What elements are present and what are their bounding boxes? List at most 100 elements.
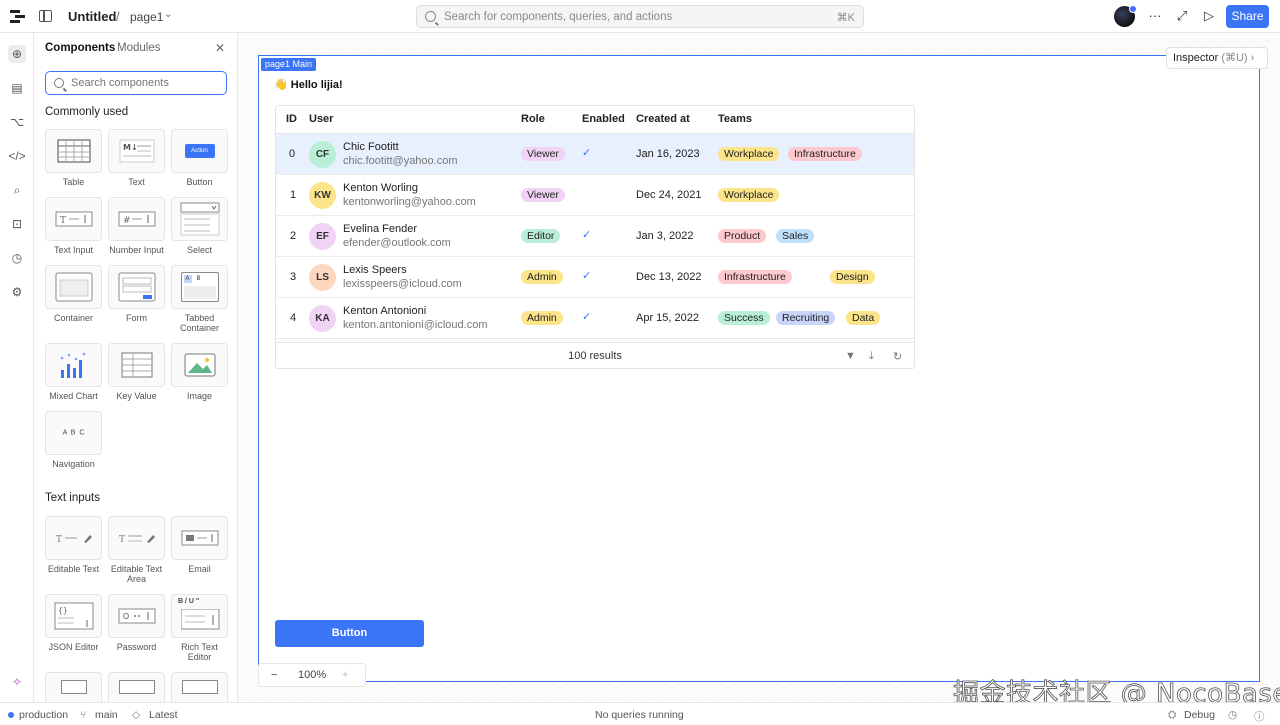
user-avatar[interactable] xyxy=(1114,5,1137,27)
component-card-email[interactable]: Email xyxy=(171,516,228,574)
component-search[interactable] xyxy=(45,71,227,95)
user-name: Kenton Antonioni xyxy=(343,305,427,317)
table-row[interactable]: 3 LS Lexis Speers lexisspeers@icloud.com… xyxy=(276,257,914,298)
component-search-input[interactable] xyxy=(71,75,221,91)
environment-selector[interactable]: production xyxy=(19,709,68,721)
users-table[interactable]: ID User Role Enabled Created at Teams 0 … xyxy=(275,105,915,369)
table-footer: 100 results ▼ ⤓ ↻ xyxy=(276,342,914,369)
component-label: Password xyxy=(116,642,157,652)
add-component-icon[interactable]: ⊕ xyxy=(8,45,26,63)
download-icon[interactable]: ⤓ xyxy=(869,350,874,363)
component-card-json-editor[interactable]: {} JSON Editor xyxy=(45,594,102,652)
component-card-text[interactable]: M↓ Text xyxy=(108,129,165,187)
cell-created-at: Dec 13, 2022 xyxy=(636,271,702,283)
component-card-navigation[interactable]: A B C Navigation xyxy=(45,411,102,469)
tab-components[interactable]: Components xyxy=(45,42,115,54)
refresh-icon[interactable]: ↻ xyxy=(893,350,902,363)
component-card-select[interactable]: Select xyxy=(171,197,228,255)
close-icon[interactable]: ✕ xyxy=(215,41,225,55)
avatar: KW xyxy=(309,182,336,209)
code-icon[interactable]: </> xyxy=(8,147,26,165)
component-card-partial[interactable] xyxy=(171,672,228,702)
global-search-placeholder: Search for components, queries, and acti… xyxy=(444,11,673,23)
help-icon[interactable]: ⓘ xyxy=(1254,709,1265,724)
component-card-container[interactable]: Container xyxy=(45,265,102,323)
inspector-toggle[interactable]: Inspector (⌘U) › xyxy=(1166,47,1268,69)
column-header-id[interactable]: ID xyxy=(286,113,297,125)
component-label: Text xyxy=(128,177,145,187)
retool-logo-icon[interactable] xyxy=(10,9,25,24)
avatar: EF xyxy=(309,223,336,250)
component-card-button[interactable]: Action Button xyxy=(171,129,228,187)
component-card-form[interactable]: Form xyxy=(108,265,165,323)
column-header-created-at[interactable]: Created at xyxy=(636,113,690,125)
tab-b-glyph: B xyxy=(196,276,201,282)
greeting-text[interactable]: 👋 Hello lijia! xyxy=(274,78,343,91)
zoom-out-button[interactable]: − xyxy=(271,669,277,681)
history-icon[interactable]: ◷ xyxy=(1228,709,1237,721)
layout-panel-icon[interactable] xyxy=(39,10,52,22)
ai-sparkle-icon[interactable]: ✧ xyxy=(8,673,26,691)
user-name: Chic Footitt xyxy=(343,141,399,153)
column-header-teams[interactable]: Teams xyxy=(718,113,752,125)
component-label: Mixed Chart xyxy=(49,391,98,401)
page-selector[interactable]: page1 xyxy=(130,10,163,24)
inspector-label: Inspector xyxy=(1173,52,1219,64)
user-name: Kenton Worling xyxy=(343,182,419,194)
component-card-mixed-chart[interactable]: Mixed Chart xyxy=(45,343,102,401)
state-icon[interactable]: ⊡ xyxy=(8,215,26,233)
history-icon[interactable]: ◷ xyxy=(8,249,26,267)
component-card-editable-text[interactable]: T Editable Text xyxy=(45,516,102,574)
json-editor-icon: {} xyxy=(54,602,93,630)
fullscreen-icon[interactable]: ⤢ xyxy=(1171,6,1193,28)
table-row[interactable]: 2 EF Evelina Fender efender@outlook.com … xyxy=(276,216,914,257)
version-selector[interactable]: Latest xyxy=(149,709,178,721)
table-row[interactable]: 0 CF Chic Footitt chic.footitt@yahoo.com… xyxy=(276,134,914,175)
search-icon[interactable]: ⌕ xyxy=(8,181,26,199)
more-menu-button[interactable]: ··· xyxy=(1144,6,1166,28)
component-card-text-input[interactable]: T Text Input xyxy=(45,197,102,255)
component-card-table[interactable]: Table xyxy=(45,129,102,187)
frame-tag[interactable]: page1 Main xyxy=(261,58,317,71)
chevron-down-icon[interactable]: ⌄ xyxy=(164,9,172,20)
tab-a-glyph: A xyxy=(183,275,192,283)
component-card-tabbed-container[interactable]: A B Tabbed Container xyxy=(171,265,228,333)
component-label: Table xyxy=(62,177,85,187)
component-card-number-input[interactable]: # Number Input xyxy=(108,197,165,255)
filter-icon[interactable]: ▼ xyxy=(845,350,856,362)
team-badge: Workplace xyxy=(718,188,780,202)
environment-dot-icon xyxy=(8,712,14,718)
role-badge: Editor xyxy=(521,229,561,243)
section-commonly-used: Commonly used xyxy=(45,106,129,118)
debug-button[interactable]: Debug xyxy=(1184,709,1215,721)
branch-icon: ⑂ xyxy=(80,709,87,721)
table-row[interactable]: 4 KA Kenton Antonioni kenton.antonioni@i… xyxy=(276,298,914,339)
branch-selector[interactable]: main xyxy=(95,709,118,721)
tree-icon[interactable]: ⌥ xyxy=(8,113,26,131)
button-preview-icon: Action xyxy=(184,144,215,158)
component-card-rich-text-editor[interactable]: B / U " Rich Text Editor xyxy=(171,594,228,662)
global-search[interactable]: Search for components, queries, and acti… xyxy=(416,5,864,28)
svg-text:T: T xyxy=(56,535,62,545)
component-card-partial[interactable] xyxy=(108,672,165,702)
tab-modules[interactable]: Modules xyxy=(117,42,160,54)
component-card-password[interactable]: Password xyxy=(108,594,165,652)
column-header-enabled[interactable]: Enabled xyxy=(582,113,625,125)
share-button[interactable]: Share xyxy=(1226,5,1269,28)
column-header-role[interactable]: Role xyxy=(521,113,545,125)
pages-icon[interactable]: ▤ xyxy=(8,79,26,97)
primary-button[interactable]: Button xyxy=(275,620,424,647)
zoom-in-button[interactable]: + xyxy=(342,669,348,681)
svg-text:{}: {} xyxy=(58,606,68,615)
table-row[interactable]: 1 KW Kenton Worling kentonworling@yahoo.… xyxy=(276,175,914,216)
component-card-image[interactable]: Image xyxy=(171,343,228,401)
column-header-user[interactable]: User xyxy=(309,113,333,125)
component-card-key-value[interactable]: Key Value xyxy=(108,343,165,401)
editable-text-icon: T xyxy=(56,535,92,545)
component-card-partial[interactable] xyxy=(45,672,102,702)
queries-status: No queries running xyxy=(595,709,684,721)
app-name[interactable]: Untitled xyxy=(68,9,116,24)
component-card-editable-text-area[interactable]: T Editable Text Area xyxy=(108,516,165,584)
settings-gear-icon[interactable]: ⚙ xyxy=(8,283,26,301)
preview-play-icon[interactable]: ▷ xyxy=(1198,6,1220,28)
